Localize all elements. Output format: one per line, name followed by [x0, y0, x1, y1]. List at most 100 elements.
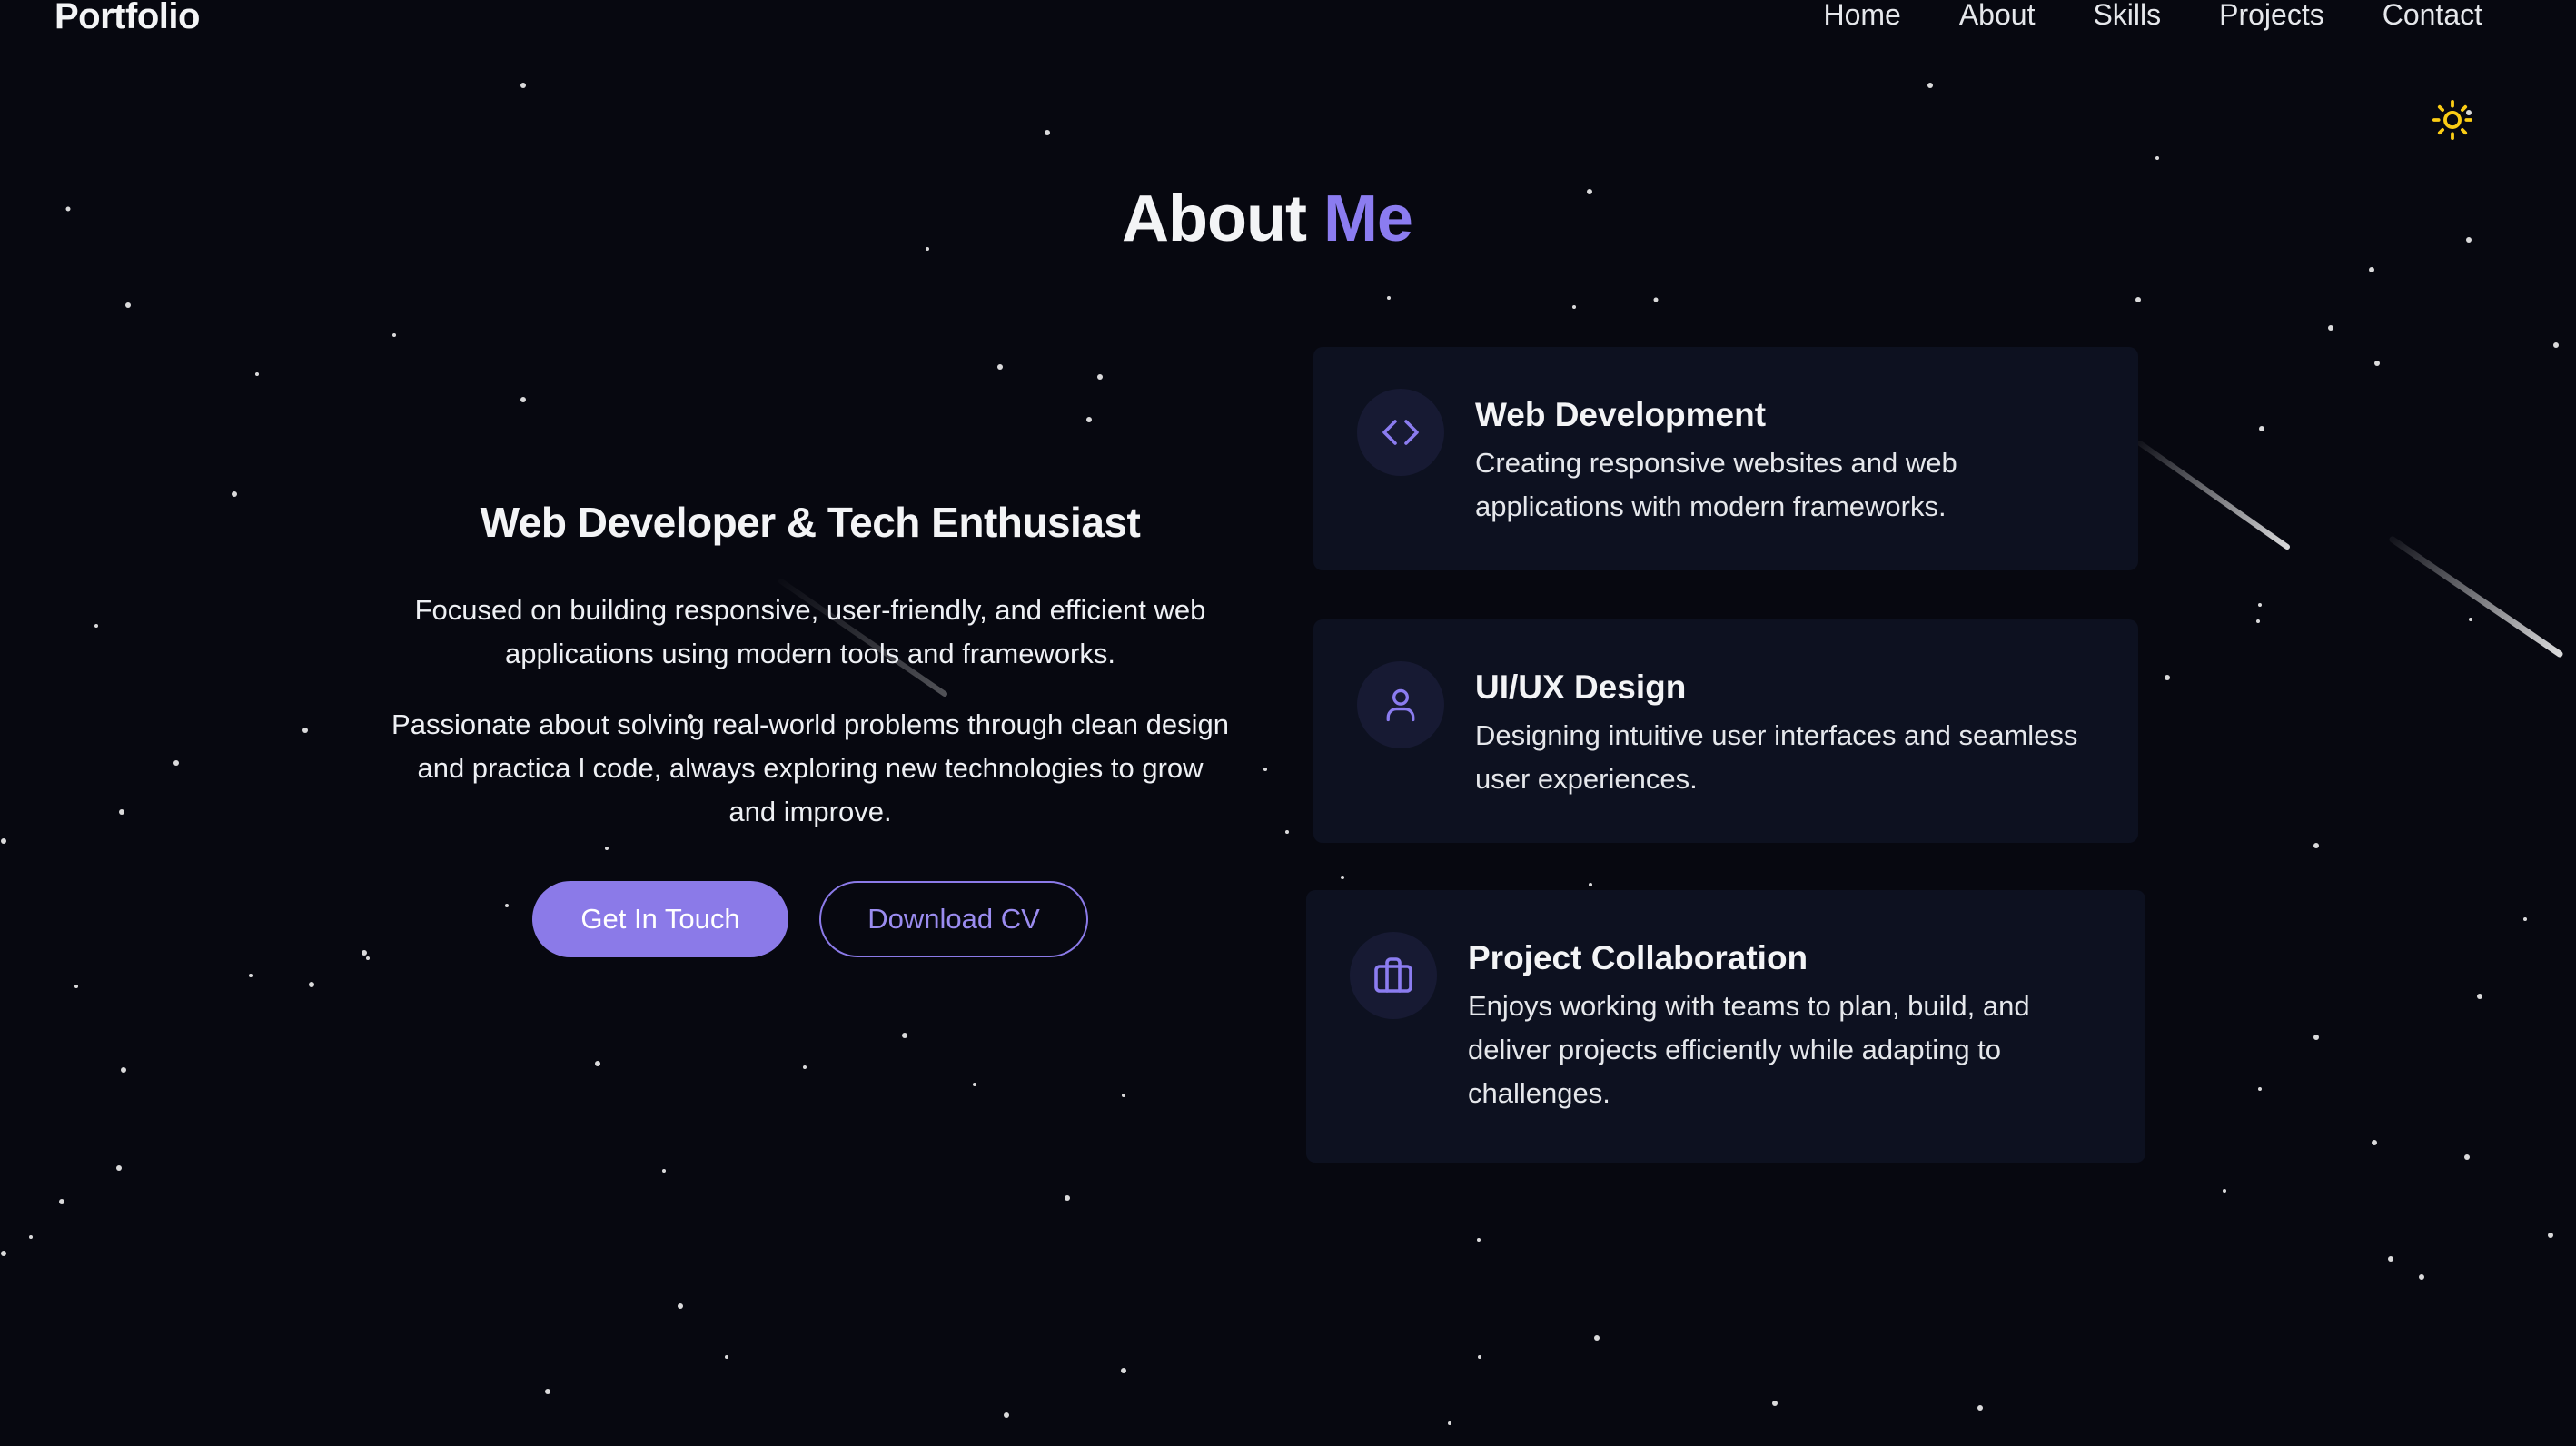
star [59, 1199, 64, 1204]
star [2469, 618, 2472, 621]
nav-link-projects[interactable]: Projects [2219, 0, 2324, 32]
card-ui-ux-design: UI/UX Design Designing intuitive user in… [1313, 619, 2138, 843]
star [1263, 768, 1267, 771]
star [249, 974, 253, 977]
star [2258, 603, 2262, 607]
card-title: UI/UX Design [1475, 669, 1687, 706]
star [173, 760, 179, 766]
code-icon [1382, 420, 1419, 445]
nav-link-skills[interactable]: Skills [2093, 0, 2161, 32]
about-paragraph-2: Passionate about solving real-world prob… [391, 708, 1229, 827]
star [2256, 619, 2260, 623]
about-paragraph-1: Focused on building responsive, user-fri… [414, 594, 1206, 669]
star [1927, 83, 1933, 88]
star [1772, 1401, 1778, 1406]
get-in-touch-button[interactable]: Get In Touch [532, 881, 788, 957]
star [74, 985, 78, 988]
about-intro: Web Developer & Tech Enthusiast Focused … [391, 498, 1230, 957]
card-description: Creating responsive websites and web app… [1475, 447, 1957, 522]
star [1653, 297, 1659, 302]
star [2135, 297, 2141, 302]
star [520, 83, 526, 88]
star [119, 809, 124, 815]
star [725, 1355, 728, 1359]
star [1004, 1412, 1009, 1418]
star [973, 1083, 976, 1086]
star [392, 333, 396, 337]
star [520, 397, 526, 402]
star [362, 950, 367, 956]
star [94, 624, 98, 628]
star [1448, 1421, 1451, 1425]
star [2372, 1140, 2377, 1145]
section-title: About Me [0, 182, 2534, 256]
star [2155, 156, 2159, 160]
star [2369, 267, 2374, 272]
star [232, 491, 237, 497]
star [1594, 1335, 1600, 1341]
star [125, 302, 131, 308]
shooting-star [2389, 536, 2563, 658]
site-logo[interactable]: Portfolio [54, 0, 200, 37]
theme-toggle-button[interactable] [2427, 94, 2478, 145]
star [2165, 675, 2170, 680]
star [2388, 1256, 2393, 1262]
star [2553, 342, 2559, 348]
star [1387, 296, 1391, 300]
title-accent: Me [1323, 183, 1413, 255]
card-project-collaboration: Project Collaboration Enjoys working wit… [1306, 890, 2145, 1163]
star [1097, 374, 1103, 380]
star [2328, 325, 2333, 331]
download-cv-button[interactable]: Download CV [819, 881, 1088, 957]
nav-link-home[interactable]: Home [1823, 0, 1900, 32]
star [2223, 1189, 2226, 1193]
star [1341, 876, 1344, 879]
star [1065, 1195, 1070, 1201]
card-web-development: Web Development Creating responsive webs… [1313, 347, 2138, 570]
star [595, 1061, 600, 1066]
star [309, 982, 314, 987]
star [366, 956, 370, 960]
star [1572, 305, 1576, 309]
star [1977, 1405, 1983, 1411]
star [1285, 830, 1289, 834]
sun-icon [2432, 99, 2473, 141]
star [121, 1067, 126, 1073]
nav-link-contact[interactable]: Contact [2383, 0, 2482, 32]
star [2523, 917, 2527, 921]
about-buttons: Get In Touch Download CV [391, 881, 1230, 957]
star [2258, 1087, 2262, 1091]
star [1, 1251, 6, 1256]
star [1086, 417, 1092, 422]
star [1121, 1368, 1126, 1373]
star [545, 1389, 550, 1394]
star [1, 838, 6, 844]
star [2313, 1035, 2319, 1040]
star [2419, 1274, 2424, 1280]
star [997, 364, 1003, 370]
card-title: Project Collaboration [1468, 939, 1808, 976]
star [1045, 130, 1050, 135]
star [2313, 843, 2319, 848]
star [1589, 883, 1592, 886]
nav-link-about[interactable]: About [1959, 0, 2036, 32]
user-icon [1386, 688, 1415, 722]
star [116, 1165, 122, 1171]
star [29, 1235, 33, 1239]
star [2548, 1233, 2553, 1238]
card-description: Designing intuitive user interfaces and … [1475, 719, 2078, 795]
star [678, 1303, 683, 1309]
star [662, 1169, 666, 1173]
card-title: Web Development [1475, 396, 1767, 433]
star [302, 728, 308, 733]
title-main: About [1122, 183, 1307, 255]
star [902, 1033, 907, 1038]
about-subtitle: Web Developer & Tech Enthusiast [480, 499, 1141, 546]
star [1122, 1094, 1125, 1097]
card-description: Enjoys working with teams to plan, build… [1468, 990, 2030, 1109]
star [2464, 1154, 2470, 1160]
briefcase-icon [1374, 957, 1412, 993]
star [1477, 1238, 1481, 1242]
star [2374, 361, 2380, 366]
star [255, 372, 259, 376]
